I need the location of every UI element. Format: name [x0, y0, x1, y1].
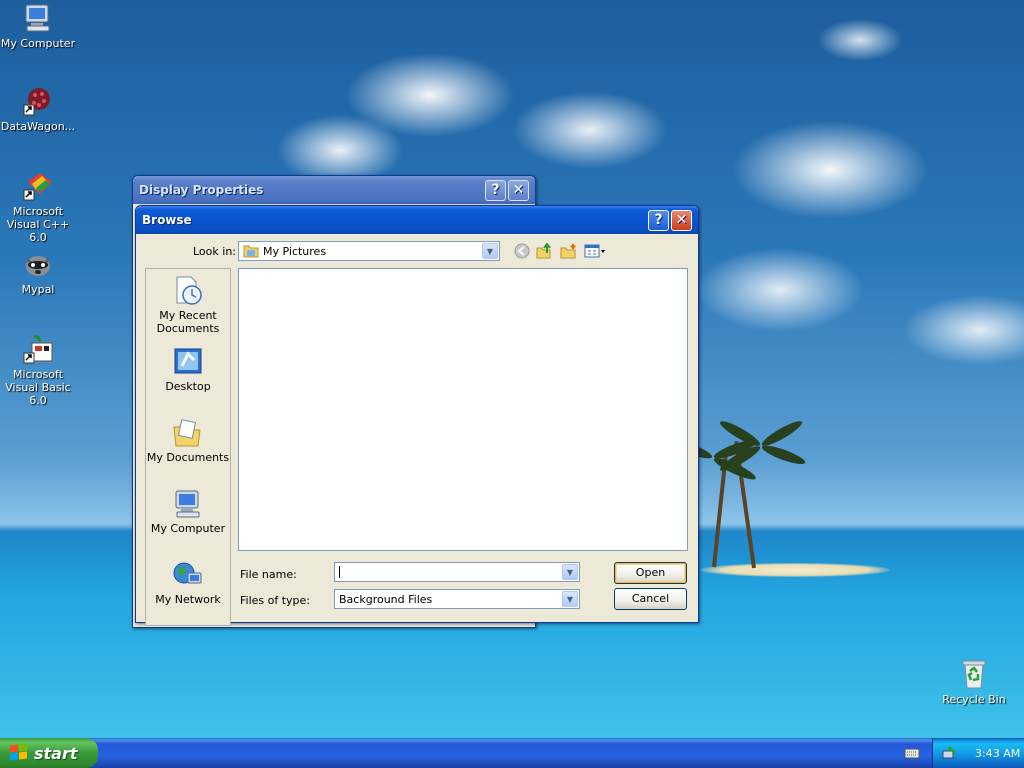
desktop-icon-visual-cpp[interactable]: Microsoft Visual C++ 6.0 [0, 170, 78, 244]
desktop-icon-label: Microsoft Visual C++ 6.0 [6, 205, 70, 244]
computer-icon [22, 2, 54, 34]
dialog-title: Browse [142, 213, 192, 227]
windows-logo-icon [10, 743, 28, 761]
start-label: start [34, 743, 78, 763]
raccoon-icon [22, 248, 54, 280]
open-button[interactable]: Open [614, 562, 687, 584]
browse-titlebar[interactable]: Browse ? ✕ [136, 206, 698, 234]
window-title: Display Properties [139, 183, 264, 197]
chevron-down-icon[interactable]: ▼ [482, 243, 498, 259]
view-menu-icon[interactable] [584, 243, 608, 259]
desktop-icon-datawagon[interactable]: DataWagon... [0, 85, 78, 133]
close-button[interactable]: ✕ [671, 209, 692, 231]
desktop-icon-my-computer[interactable]: My Computer [0, 2, 78, 50]
keyboard-icon[interactable] [904, 746, 920, 760]
place-my-documents[interactable]: My Documents [146, 417, 230, 464]
places-bar: My Recent Documents Desktop My Documents… [145, 268, 231, 626]
file-list[interactable] [238, 268, 688, 551]
palm-leaf [760, 442, 807, 468]
look-in-value: My Pictures [263, 244, 327, 258]
recycle-bin-icon [958, 658, 990, 690]
desktop-icon-visual-basic[interactable]: Microsoft Visual Basic 6.0 [0, 333, 78, 407]
file-name-label: File name: [240, 568, 297, 581]
close-button[interactable]: ✕ [508, 179, 529, 201]
folder-icon [243, 244, 259, 258]
place-label: My Network [155, 593, 221, 606]
help-button[interactable]: ? [485, 179, 506, 201]
visual-cpp-icon [22, 170, 54, 202]
taskbar: start 3:43 AM [0, 738, 1024, 768]
files-of-type-label: Files of type: [240, 594, 311, 607]
desktop-icon-recycle-bin[interactable]: Recycle Bin [934, 658, 1014, 706]
place-label: My Documents [146, 451, 230, 464]
file-name-field[interactable]: ▼ [334, 562, 580, 582]
help-button[interactable]: ? [648, 209, 669, 231]
safely-remove-hardware-icon[interactable] [941, 745, 957, 761]
recent-documents-icon [172, 275, 204, 307]
display-properties-titlebar[interactable]: Display Properties ? ✕ [133, 176, 535, 204]
look-in-dropdown[interactable]: My Pictures ▼ [238, 241, 500, 261]
datawagon-icon [22, 85, 54, 117]
browse-dialog[interactable]: Browse ? ✕ Look in: My Pictures ▼ My Rec… [135, 205, 699, 626]
desktop-icon-label: My Computer [0, 37, 76, 50]
network-globe-icon [172, 559, 204, 591]
computer-icon [172, 488, 204, 520]
place-label: My Recent Documents [156, 309, 220, 335]
desktop-icon-label: Recycle Bin [942, 693, 1006, 706]
chevron-down-icon[interactable]: ▼ [562, 564, 578, 580]
place-label: Desktop [165, 380, 211, 393]
files-of-type-value: Background Files [339, 592, 433, 606]
clock[interactable]: 3:43 AM [975, 747, 1020, 760]
desktop-icon [172, 346, 204, 378]
place-desktop[interactable]: Desktop [146, 346, 230, 393]
place-my-network[interactable]: My Network [146, 559, 230, 606]
palm-tree-trunk [712, 455, 728, 568]
place-my-computer[interactable]: My Computer [146, 488, 230, 535]
visual-basic-icon [22, 333, 54, 365]
island-decoration [700, 563, 890, 577]
back-icon[interactable] [514, 243, 530, 259]
look-in-label: Look in: [193, 245, 236, 258]
cancel-button[interactable]: Cancel [614, 588, 687, 610]
desktop-icon-mypal[interactable]: Mypal [0, 248, 78, 296]
new-folder-icon[interactable] [560, 243, 578, 259]
my-documents-icon [172, 417, 204, 449]
start-button[interactable]: start [0, 738, 98, 768]
files-of-type-dropdown[interactable]: Background Files ▼ [334, 589, 580, 609]
place-label: My Computer [150, 522, 226, 535]
place-my-recent-documents[interactable]: My Recent Documents [146, 275, 230, 335]
desktop-icon-label: Microsoft Visual Basic 6.0 [5, 368, 71, 407]
up-folder-icon[interactable] [536, 242, 554, 259]
system-tray: 3:43 AM [932, 738, 1024, 768]
file-name-value [339, 566, 562, 578]
desktop-icon-label: DataWagon... [0, 120, 76, 133]
desktop-icon-label: Mypal [21, 283, 55, 296]
chevron-down-icon[interactable]: ▼ [562, 591, 578, 607]
